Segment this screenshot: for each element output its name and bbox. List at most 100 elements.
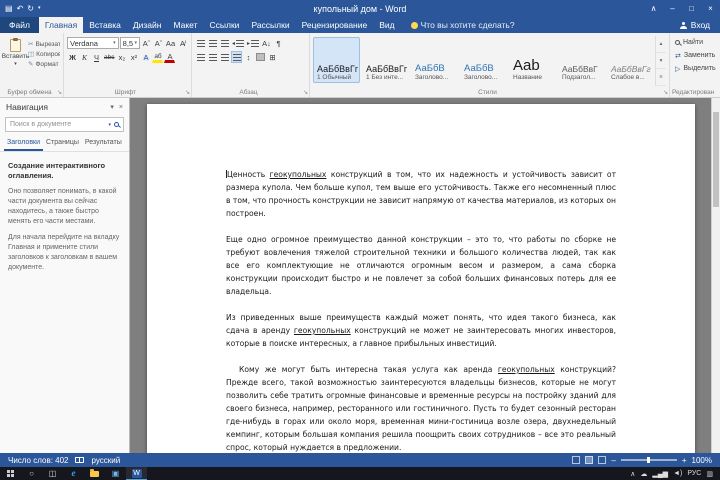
nav-pane-close-icon[interactable]: × xyxy=(119,104,123,111)
font-color-button[interactable]: А xyxy=(164,52,176,63)
zoom-level[interactable]: 100% xyxy=(692,456,712,465)
ribbon-tab-4[interactable]: Макет xyxy=(167,17,203,33)
redo-icon[interactable]: ↻ xyxy=(27,4,34,13)
ribbon-tab-8[interactable]: Вид xyxy=(373,17,400,33)
borders-button[interactable]: ⊞ xyxy=(267,51,278,63)
sort-button[interactable]: А↓ xyxy=(261,37,272,49)
paste-button[interactable]: Вставить ▾ xyxy=(2,36,29,86)
store-icon[interactable]: ▣ xyxy=(105,467,126,480)
bullets-button[interactable] xyxy=(195,37,206,49)
style-item[interactable]: Aab Название xyxy=(509,37,556,83)
tray-expand-icon[interactable]: ∧ xyxy=(630,470,635,478)
ribbon-tab-2[interactable]: Вставка xyxy=(83,17,127,33)
justify-button[interactable] xyxy=(231,51,242,63)
ribbon-tab-3[interactable]: Дизайн xyxy=(127,17,168,33)
notification-center-icon[interactable]: ▥ xyxy=(706,470,713,478)
multilevel-list-button[interactable] xyxy=(219,37,230,49)
search-options-icon[interactable]: ▾ xyxy=(108,122,111,128)
underline-button[interactable]: Ч xyxy=(91,51,102,63)
format-painter-button[interactable]: ✎Формат по образцу xyxy=(28,60,60,69)
tell-me-box[interactable]: Что вы хотите сделать? xyxy=(410,17,515,33)
show-marks-button[interactable]: ¶ xyxy=(273,37,284,49)
clear-formatting-button[interactable]: А̸ xyxy=(177,37,188,49)
style-item[interactable]: АаБбВ Заголово... xyxy=(411,37,458,83)
align-left-button[interactable] xyxy=(195,51,206,63)
print-layout-button[interactable] xyxy=(585,456,594,464)
proofing-book-icon[interactable] xyxy=(75,457,85,463)
scrollbar-thumb[interactable] xyxy=(713,112,719,207)
ribbon-display-options-icon[interactable]: ∧ xyxy=(644,0,663,17)
styles-scroll-up-icon[interactable]: ▴ xyxy=(656,36,666,53)
edge-icon[interactable]: e xyxy=(63,467,84,480)
style-item[interactable]: АаБбВвГг 1 Обычный xyxy=(313,37,360,83)
strikethrough-button[interactable]: abc xyxy=(103,51,115,63)
undo-icon[interactable]: ↶ xyxy=(17,4,24,13)
start-button[interactable] xyxy=(0,467,21,480)
search-icon[interactable] xyxy=(114,122,119,127)
subscript-button[interactable]: x₂ xyxy=(116,51,127,63)
styles-more-icon[interactable]: ≡ xyxy=(656,69,666,87)
cut-button[interactable]: ✂Вырезать xyxy=(28,40,60,49)
task-view-icon[interactable]: ◫ xyxy=(42,467,63,480)
zoom-in-button[interactable]: + xyxy=(682,456,687,465)
maximize-button[interactable]: □ xyxy=(682,0,701,17)
nav-tab-2[interactable]: Страницы xyxy=(43,137,82,151)
web-layout-button[interactable] xyxy=(598,456,607,464)
bold-button[interactable]: Ж xyxy=(67,51,78,63)
change-case-button[interactable]: Аа xyxy=(165,37,176,49)
style-item[interactable]: АаБбВвГ Подзагол... xyxy=(558,37,605,83)
document-page[interactable]: Ценность геокупольных конструкций в том,… xyxy=(147,104,695,453)
align-center-button[interactable] xyxy=(207,51,218,63)
style-item[interactable]: АаБбВвГг Слабое в... xyxy=(607,37,654,83)
shrink-font-button[interactable]: Аˇ xyxy=(153,37,164,49)
clipboard-dialog-launcher[interactable]: ↘ xyxy=(57,89,62,96)
ribbon-tab-6[interactable]: Рассылки xyxy=(245,17,295,33)
qat-customize-icon[interactable]: ▾ xyxy=(38,6,41,11)
word-taskbar-icon[interactable]: W xyxy=(126,467,147,480)
select-button[interactable]: ▷ Выделить xyxy=(673,62,717,75)
decrease-indent-button[interactable]: ◂ xyxy=(231,37,245,49)
style-item[interactable]: АаБбВ Заголово... xyxy=(460,37,507,83)
network-icon[interactable]: ▂▄▆ xyxy=(652,470,668,478)
nav-tab-1[interactable]: Заголовки xyxy=(4,137,44,151)
nav-search-box[interactable]: ▾ xyxy=(5,117,124,132)
highlight-button[interactable]: аб xyxy=(152,52,164,63)
zoom-slider[interactable] xyxy=(620,457,677,463)
ribbon-tab-1[interactable]: Главная xyxy=(38,17,84,33)
italic-button[interactable]: К xyxy=(79,51,90,63)
styles-dialog-launcher[interactable]: ↘ xyxy=(663,89,668,96)
font-family-select[interactable]: Verdana ▾ xyxy=(67,37,119,49)
search-icon[interactable]: ○ xyxy=(21,467,42,480)
styles-scroll-down-icon[interactable]: ▾ xyxy=(656,53,666,70)
line-spacing-button[interactable]: ↕ xyxy=(243,51,254,63)
language-status[interactable]: русский xyxy=(91,456,120,465)
vertical-scrollbar[interactable] xyxy=(711,98,720,453)
file-tab[interactable]: Файл xyxy=(0,17,39,33)
zoom-out-button[interactable]: – xyxy=(611,456,615,465)
shading-button[interactable] xyxy=(255,51,266,63)
save-icon[interactable]: ▤ xyxy=(5,4,13,13)
font-size-select[interactable]: 8,5 ▾ xyxy=(119,37,140,49)
paragraph-dialog-launcher[interactable]: ↘ xyxy=(303,89,308,96)
nav-search-input[interactable] xyxy=(10,121,106,128)
volume-icon[interactable]: ◄) xyxy=(673,470,682,477)
ribbon-tab-7[interactable]: Рецензирование xyxy=(296,17,374,33)
copy-button[interactable]: ◫Копировать xyxy=(28,50,60,59)
minimize-button[interactable]: – xyxy=(663,0,682,17)
read-mode-button[interactable] xyxy=(572,456,581,464)
replace-button[interactable]: ⇄ Заменить xyxy=(673,49,717,62)
increase-indent-button[interactable]: ▸ xyxy=(246,37,260,49)
onedrive-icon[interactable]: ☁ xyxy=(640,470,647,478)
nav-tab-3[interactable]: Результаты xyxy=(82,137,125,151)
align-right-button[interactable] xyxy=(219,51,230,63)
nav-pane-menu-icon[interactable]: ▾ xyxy=(110,103,114,111)
superscript-button[interactable]: x² xyxy=(128,51,139,63)
sign-in-button[interactable]: Вход xyxy=(679,17,720,33)
zoom-slider-thumb[interactable] xyxy=(646,457,650,463)
ribbon-tab-5[interactable]: Ссылки xyxy=(204,17,246,33)
style-item[interactable]: АаБбВвГг 1 Без инте... xyxy=(362,37,409,83)
language-indicator[interactable]: РУС xyxy=(687,470,701,477)
text-effects-button[interactable]: А xyxy=(140,51,151,63)
close-button[interactable]: × xyxy=(701,0,720,17)
numbering-button[interactable] xyxy=(207,37,218,49)
